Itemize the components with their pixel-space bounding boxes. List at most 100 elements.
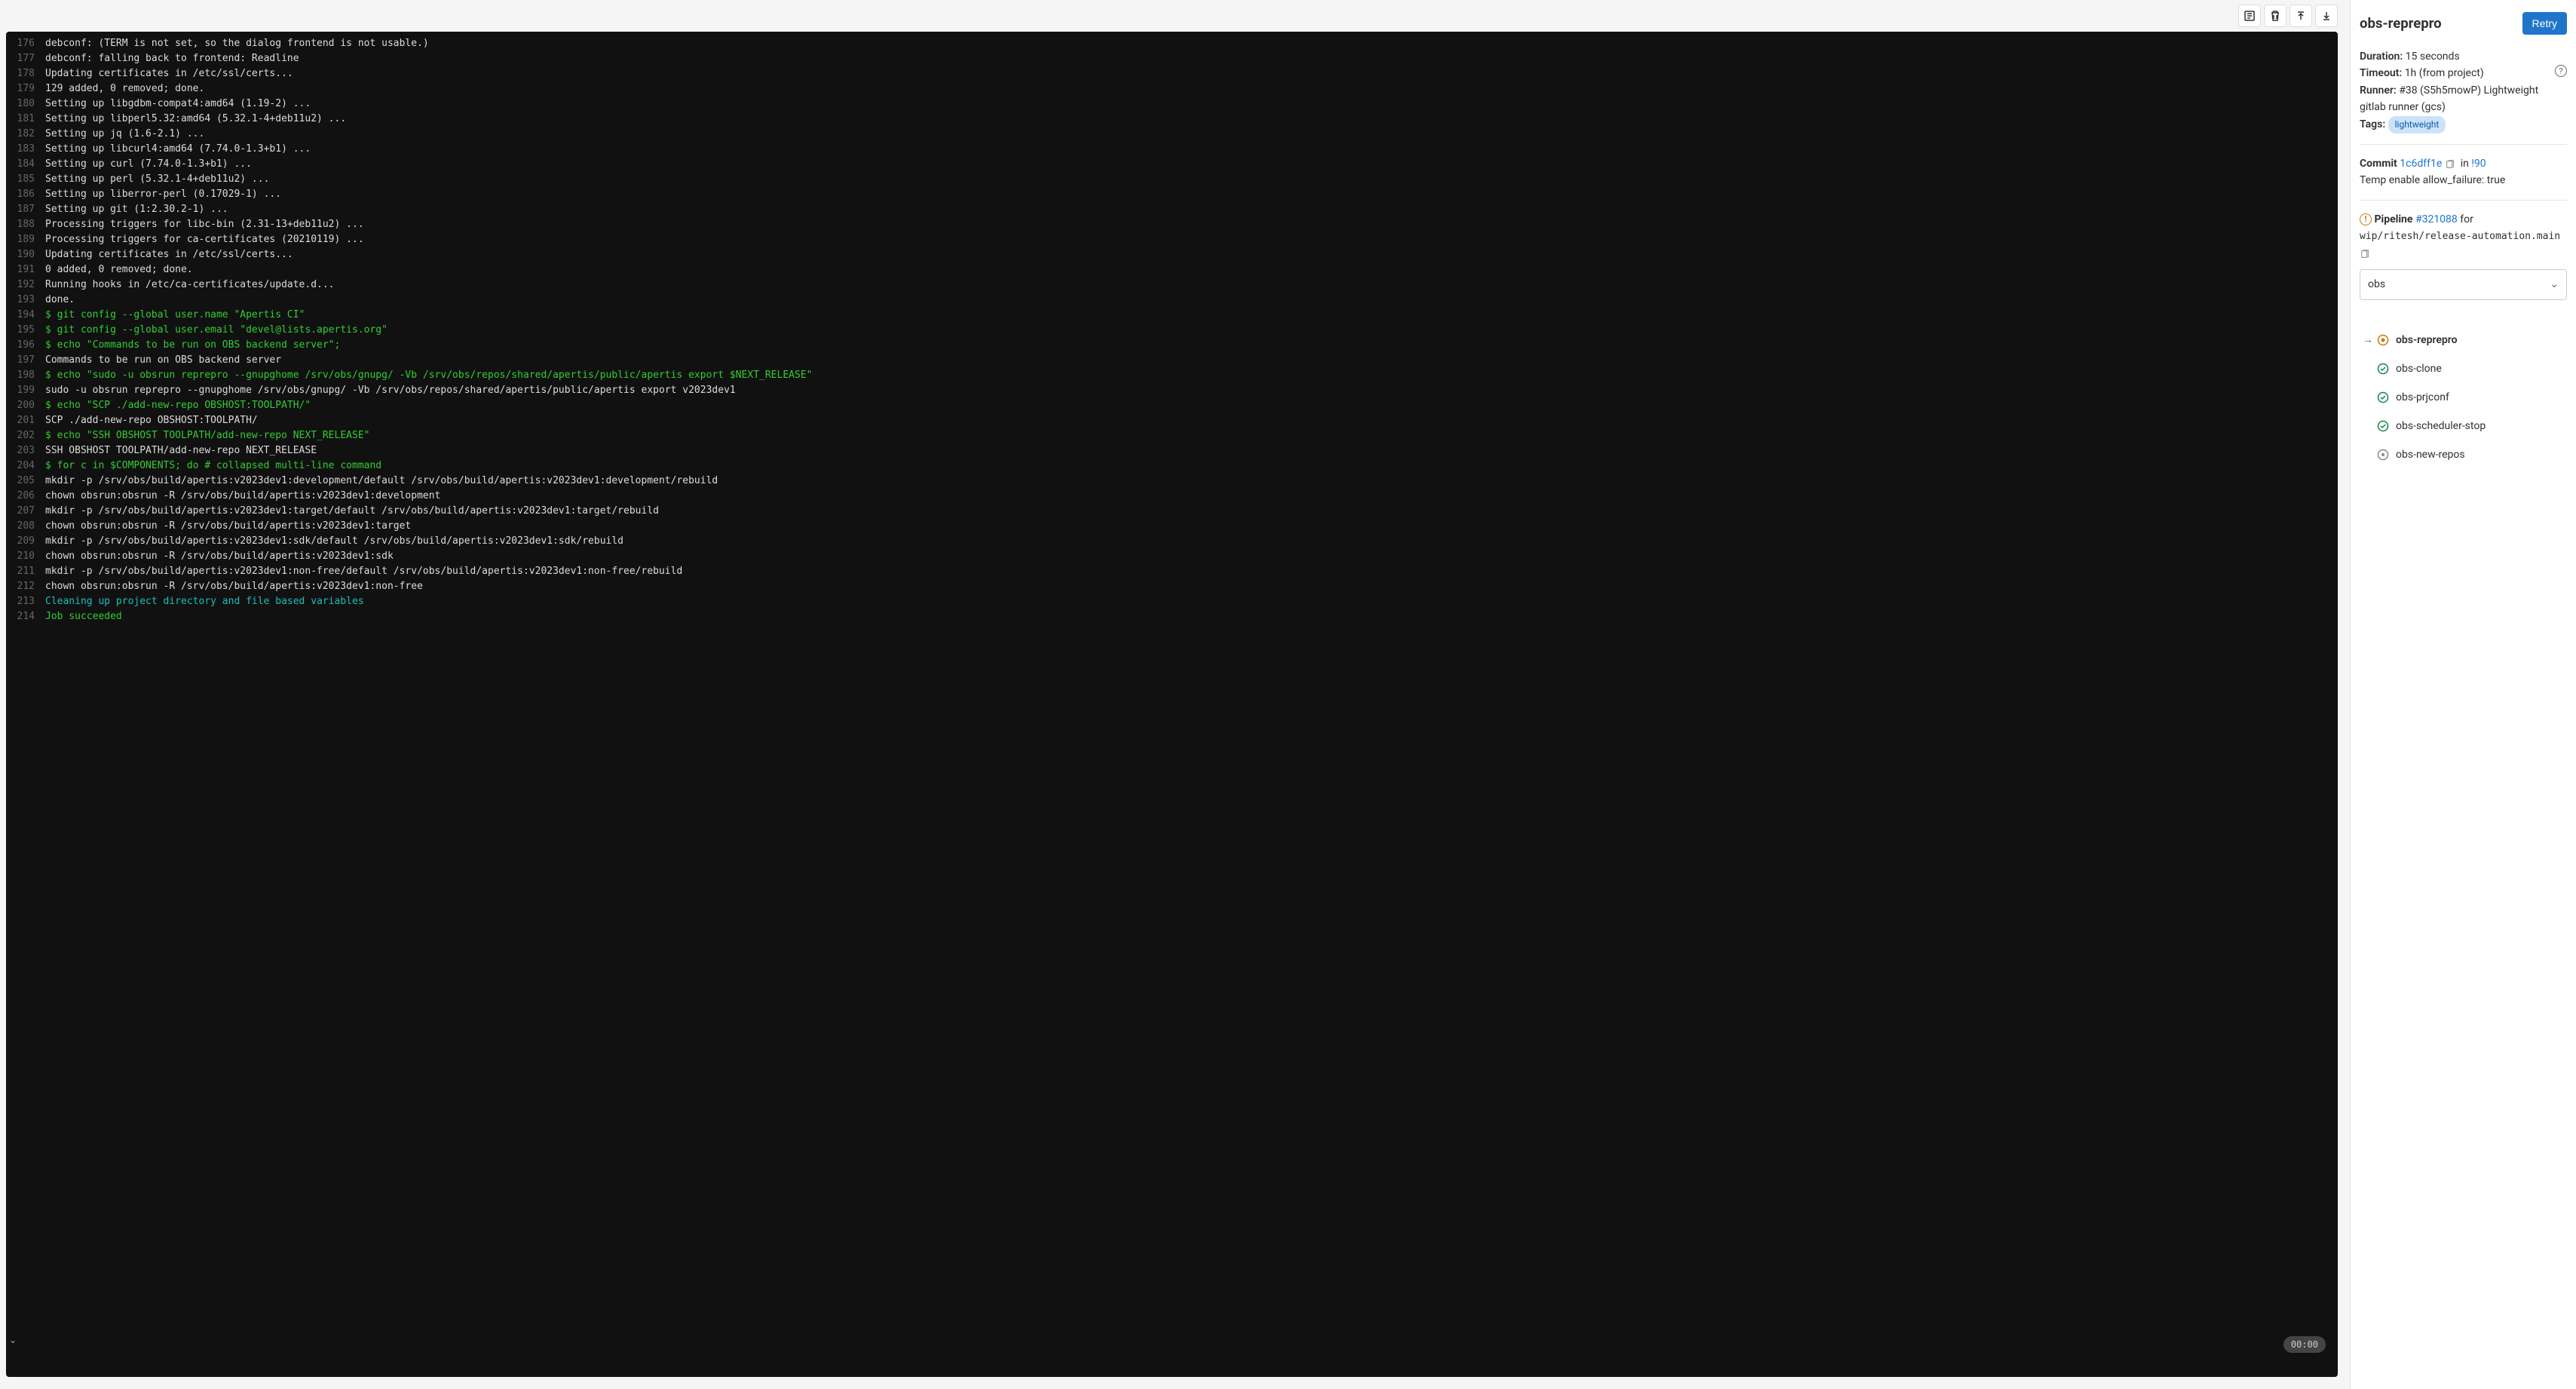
retry-button[interactable]: Retry	[2522, 12, 2567, 35]
pipeline-id-link[interactable]: #321088	[2415, 213, 2458, 225]
pipeline-warning-icon: !	[2360, 213, 2372, 225]
log-line: 194$ git config --global user.name "Aper…	[6, 308, 2338, 323]
job-list-item[interactable]: obs-prjconf	[2360, 383, 2567, 412]
line-number[interactable]: 197	[6, 353, 45, 368]
line-number[interactable]: 212	[6, 579, 45, 594]
line-number[interactable]: 208	[6, 519, 45, 534]
line-number[interactable]: 207	[6, 504, 45, 519]
log-text: Updating certificates in /etc/ssl/certs.…	[45, 66, 293, 81]
log-text: Setting up git (1:2.30.2-1) ...	[45, 202, 228, 217]
log-line: 202$ echo "SSH OBSHOST TOOLPATH/add-new-…	[6, 428, 2338, 443]
log-line: 193done.	[6, 293, 2338, 308]
job-name: obs-new-repos	[2396, 449, 2465, 461]
log-text: Updating certificates in /etc/ssl/certs.…	[45, 247, 293, 262]
log-text: mkdir -p /srv/obs/build/apertis:v2023dev…	[45, 564, 682, 579]
line-number[interactable]: 190	[6, 247, 45, 262]
line-number[interactable]: 214	[6, 609, 45, 624]
line-number[interactable]: 194	[6, 308, 45, 323]
job-list-item[interactable]: obs-clone	[2360, 354, 2567, 383]
stage-select[interactable]: obs ⌄	[2360, 269, 2567, 299]
line-number[interactable]: 192	[6, 277, 45, 293]
erase-button[interactable]	[2264, 5, 2287, 27]
collapse-section-icon[interactable]: ⌄	[9, 1335, 17, 1345]
log-line: 178Updating certificates in /etc/ssl/cer…	[6, 66, 2338, 81]
line-number[interactable]: 213	[6, 594, 45, 609]
job-list-item[interactable]: obs-new-repos	[2360, 440, 2567, 469]
scroll-top-button[interactable]	[2290, 5, 2312, 27]
line-number[interactable]: 199	[6, 383, 45, 398]
line-number[interactable]: 209	[6, 534, 45, 549]
log-text: SCP ./add-new-repo OBSHOST:TOOLPATH/	[45, 413, 258, 428]
line-number[interactable]: 204	[6, 458, 45, 474]
job-sidebar: obs-reprepro Retry Duration: 15 seconds …	[2350, 0, 2576, 1389]
arrow-right-icon: →	[2363, 333, 2376, 346]
line-number[interactable]: 180	[6, 97, 45, 112]
line-number[interactable]: 210	[6, 549, 45, 564]
line-number[interactable]: 211	[6, 564, 45, 579]
line-number[interactable]: 184	[6, 157, 45, 172]
job-list-item[interactable]: obs-scheduler-stop	[2360, 412, 2567, 440]
line-number[interactable]: 188	[6, 217, 45, 232]
pending-status-icon	[2376, 333, 2390, 347]
log-text: $ echo "SSH OBSHOST TOOLPATH/add-new-rep…	[45, 428, 369, 443]
log-text: $ git config --global user.name "Apertis…	[45, 308, 305, 323]
log-text: $ for c in $COMPONENTS; do # collapsed m…	[45, 458, 381, 474]
scroll-bottom-button[interactable]	[2315, 5, 2338, 27]
log-text: Setting up libgdbm-compat4:amd64 (1.19-2…	[45, 97, 311, 112]
job-name: obs-reprepro	[2396, 334, 2458, 346]
log-line: 195$ git config --global user.email "dev…	[6, 323, 2338, 338]
line-number[interactable]: 183	[6, 142, 45, 157]
line-number[interactable]: 206	[6, 489, 45, 504]
log-text: Setting up libcurl4:amd64 (7.74.0-1.3+b1…	[45, 142, 311, 157]
line-number[interactable]: 201	[6, 413, 45, 428]
line-number[interactable]: 181	[6, 112, 45, 127]
log-scroll-area[interactable]: 176debconf: (TERM is not set, so the dia…	[6, 32, 2338, 1377]
show-raw-button[interactable]	[2238, 5, 2261, 27]
log-line: 214Job succeeded	[6, 609, 2338, 624]
job-name: obs-scheduler-stop	[2396, 420, 2486, 432]
line-number[interactable]: 187	[6, 202, 45, 217]
log-text: Cleaning up project directory and file b…	[45, 594, 364, 609]
line-number[interactable]: 193	[6, 293, 45, 308]
log-line: 180Setting up libgdbm-compat4:amd64 (1.1…	[6, 97, 2338, 112]
log-text: Running hooks in /etc/ca-certificates/up…	[45, 277, 335, 293]
line-number[interactable]: 182	[6, 127, 45, 142]
log-text: SSH OBSHOST TOOLPATH/add-new-repo NEXT_R…	[45, 443, 317, 458]
job-log: 176debconf: (TERM is not set, so the dia…	[6, 32, 2338, 629]
commit-sha-link[interactable]: 1c6dff1e	[2400, 158, 2442, 170]
job-list-item[interactable]: → obs-reprepro	[2360, 326, 2567, 354]
success-status-icon	[2376, 362, 2390, 376]
line-number[interactable]: 191	[6, 262, 45, 277]
line-number[interactable]: 195	[6, 323, 45, 338]
log-line: 197Commands to be run on OBS backend ser…	[6, 353, 2338, 368]
line-number[interactable]: 200	[6, 398, 45, 413]
line-number[interactable]: 179	[6, 81, 45, 97]
commit-label: Commit	[2360, 158, 2397, 170]
success-status-icon	[2376, 391, 2390, 404]
tag-pill: lightweight	[2388, 116, 2446, 133]
line-number[interactable]: 178	[6, 66, 45, 81]
log-text: Commands to be run on OBS backend server	[45, 353, 281, 368]
log-line: 211mkdir -p /srv/obs/build/apertis:v2023…	[6, 564, 2338, 579]
log-line: 210chown obsrun:obsrun -R /srv/obs/build…	[6, 549, 2338, 564]
log-text: chown obsrun:obsrun -R /srv/obs/build/ap…	[45, 549, 394, 564]
line-number[interactable]: 176	[6, 36, 45, 51]
copy-sha-icon[interactable]	[2445, 158, 2455, 169]
line-number[interactable]: 177	[6, 51, 45, 66]
line-number[interactable]: 185	[6, 172, 45, 187]
log-line: 192Running hooks in /etc/ca-certificates…	[6, 277, 2338, 293]
log-line: 179129 added, 0 removed; done.	[6, 81, 2338, 97]
help-icon[interactable]: ?	[2555, 65, 2567, 77]
line-number[interactable]: 203	[6, 443, 45, 458]
line-number[interactable]: 205	[6, 474, 45, 489]
line-number[interactable]: 196	[6, 338, 45, 353]
line-number[interactable]: 198	[6, 368, 45, 383]
commit-mr-link[interactable]: !90	[2471, 158, 2486, 170]
line-number[interactable]: 189	[6, 232, 45, 247]
log-line: 208chown obsrun:obsrun -R /srv/obs/build…	[6, 519, 2338, 534]
duration-value: 15 seconds	[2406, 51, 2460, 63]
line-number[interactable]: 202	[6, 428, 45, 443]
copy-branch-icon[interactable]	[2360, 248, 2370, 259]
line-number[interactable]: 186	[6, 187, 45, 202]
log-line: 181Setting up libperl5.32:amd64 (5.32.1-…	[6, 112, 2338, 127]
